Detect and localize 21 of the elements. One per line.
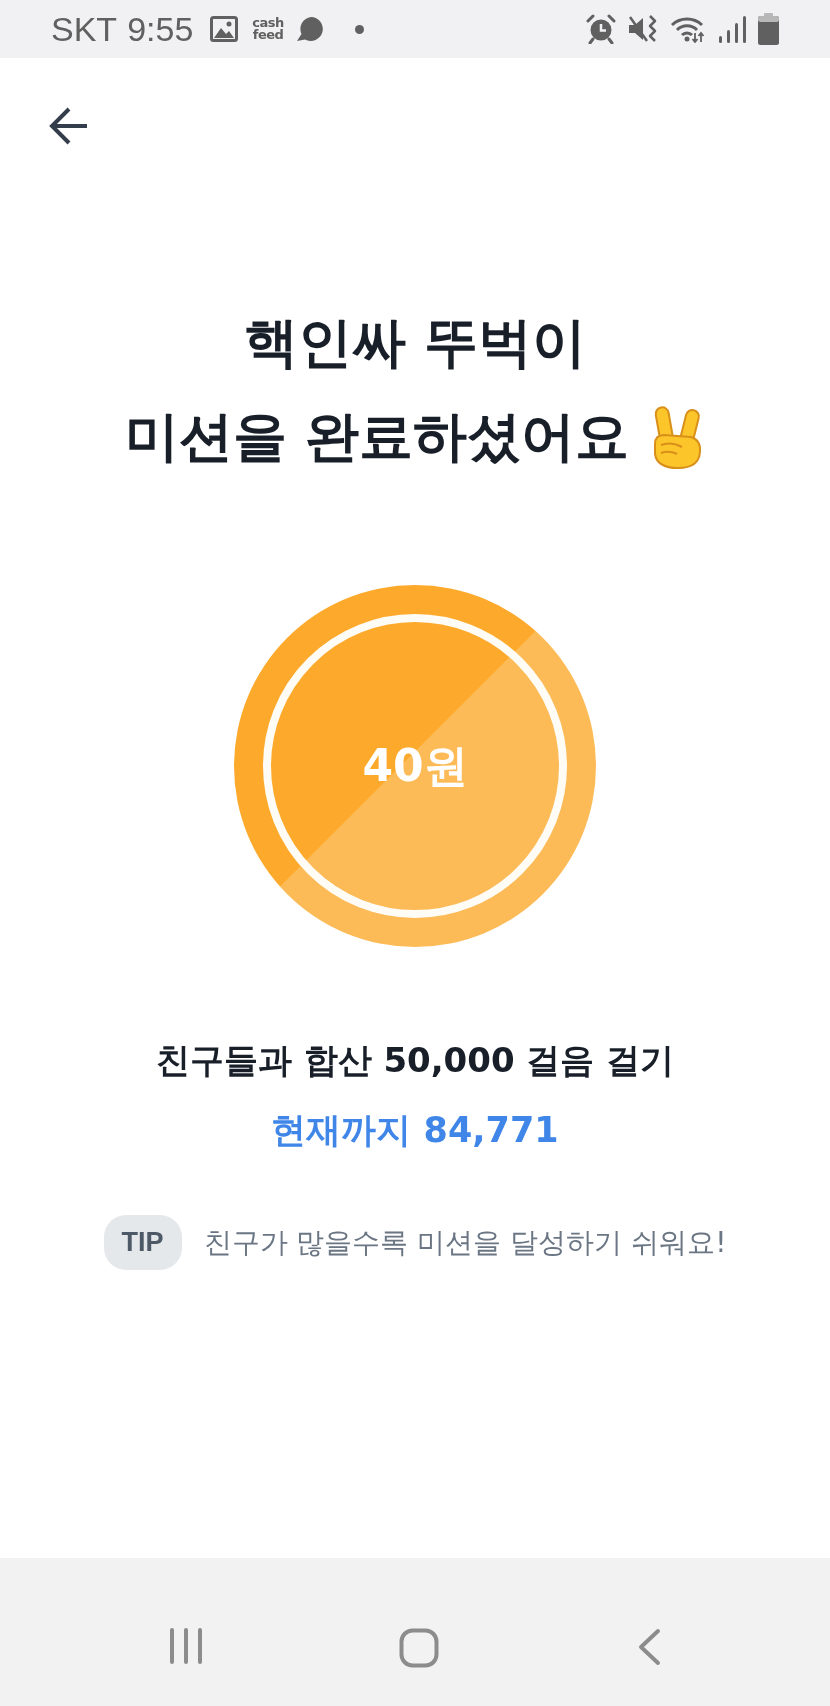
image-icon xyxy=(210,16,239,42)
battery-icon xyxy=(758,13,779,45)
wifi-icon xyxy=(670,15,706,43)
back-arrow-icon[interactable] xyxy=(49,107,89,145)
carrier-name: SKT xyxy=(51,9,118,49)
reward-amount: 40원 xyxy=(362,739,468,793)
title-text: 미션을 완료하셨어요 xyxy=(124,404,630,470)
tip-badge: TIP xyxy=(103,1215,182,1270)
alarm-icon xyxy=(586,14,616,44)
tip-text: 친구가 많을수록 미션을 달성하기 쉬워요! xyxy=(203,1224,727,1261)
progress-text: 현재까지 84,771 xyxy=(271,1109,559,1152)
mission-goal-text: 친구들과 합산 50,000 걸음 걸기 xyxy=(155,1039,675,1082)
dot-icon xyxy=(354,24,364,34)
title-text: 핵인싸 뚜벅이 xyxy=(243,310,587,376)
home-icon[interactable] xyxy=(399,1628,439,1668)
recent-apps-icon[interactable] xyxy=(169,1628,203,1664)
app-logo-text: cash feed xyxy=(252,17,284,41)
vibrate-mute-icon xyxy=(628,14,658,44)
chat-bubble-icon xyxy=(295,16,324,42)
status-time: 9:55 xyxy=(127,9,194,49)
signal-icon xyxy=(718,15,746,43)
